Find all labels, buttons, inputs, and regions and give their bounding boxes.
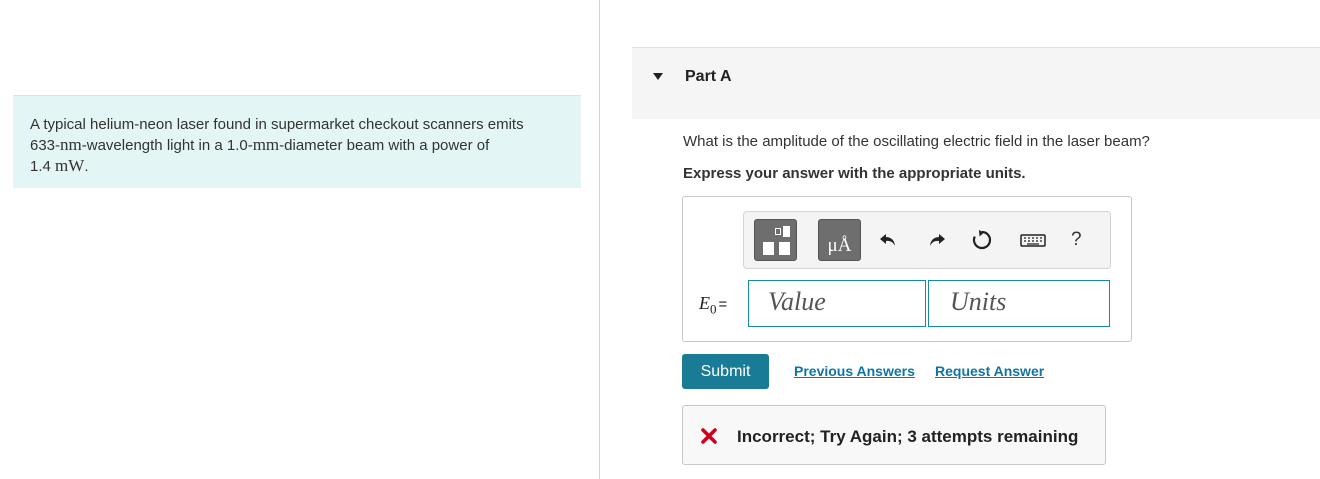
undo-icon[interactable] bbox=[877, 228, 901, 252]
problem-line-2: 633-nm-wavelength light in a 1.0-mm-diam… bbox=[30, 135, 565, 156]
help-icon[interactable]: ? bbox=[1071, 228, 1082, 252]
unit-mw: mW bbox=[55, 156, 85, 175]
feedback-banner: Incorrect; Try Again; 3 attempts remaini… bbox=[682, 405, 1106, 465]
problem-text: -diameter beam with a power of bbox=[279, 137, 490, 154]
template-block bbox=[783, 226, 790, 237]
answer-variable-label: E0 = bbox=[699, 293, 727, 318]
variable-symbol: E bbox=[699, 293, 710, 313]
incorrect-x-icon bbox=[700, 427, 718, 445]
part-a-header[interactable]: Part A bbox=[632, 47, 1320, 119]
redo-icon[interactable] bbox=[924, 228, 948, 252]
problem-line-1: A typical helium-neon laser found in sup… bbox=[30, 116, 524, 133]
template-block bbox=[775, 228, 781, 235]
feedback-text: Incorrect; Try Again; 3 attempts remaini… bbox=[737, 427, 1079, 446]
template-block bbox=[763, 242, 774, 255]
variable-subscript: 0 bbox=[710, 301, 717, 317]
value-input[interactable]: Value bbox=[748, 280, 926, 327]
problem-text: . bbox=[84, 158, 89, 175]
problem-text: -wavelength light in a 1.0- bbox=[81, 137, 253, 154]
templates-icon[interactable] bbox=[754, 219, 797, 261]
equals-sign: = bbox=[718, 296, 728, 313]
unit-mm: mm bbox=[252, 135, 280, 154]
submit-button[interactable]: Submit bbox=[682, 354, 769, 389]
problem-text: 1.4 bbox=[30, 158, 56, 175]
unit-nm: nm bbox=[60, 135, 82, 154]
column-divider bbox=[599, 0, 600, 479]
problem-line-3: 1.4 mW. bbox=[30, 156, 565, 177]
units-input[interactable]: Units bbox=[928, 280, 1110, 327]
reset-icon[interactable] bbox=[970, 228, 994, 252]
answer-panel: μÅ ? E0 = Value Units bbox=[682, 196, 1132, 342]
instruction-text: Express your answer with the appropriate… bbox=[683, 165, 1026, 182]
request-answer-link[interactable]: Request Answer bbox=[935, 363, 1044, 379]
units-button-label: μÅ bbox=[827, 235, 852, 256]
part-title: Part A bbox=[685, 68, 732, 85]
problem-text: 633- bbox=[30, 137, 61, 154]
caret-down-icon[interactable] bbox=[653, 73, 663, 80]
keyboard-icon[interactable] bbox=[1019, 228, 1047, 252]
math-toolbar: μÅ ? bbox=[743, 211, 1111, 269]
units-icon[interactable]: μÅ bbox=[818, 219, 861, 261]
template-block bbox=[779, 242, 790, 255]
question-text: What is the amplitude of the oscillating… bbox=[683, 133, 1150, 150]
problem-statement: A typical helium-neon laser found in sup… bbox=[13, 95, 581, 188]
previous-answers-link[interactable]: Previous Answers bbox=[794, 363, 915, 379]
